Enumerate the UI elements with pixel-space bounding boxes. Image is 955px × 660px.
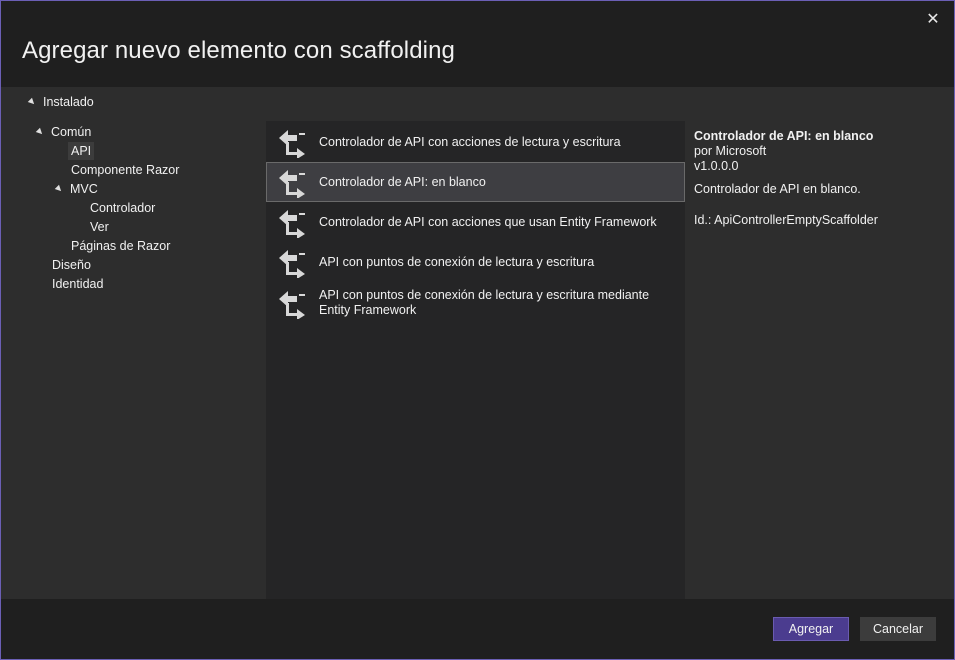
tree-item-label: API	[68, 142, 95, 160]
dialog-footer: Agregar Cancelar	[1, 599, 954, 659]
tree-item-diseno[interactable]: Diseño	[52, 256, 91, 274]
api-controller-icon	[279, 170, 305, 198]
list-item-label: Controlador de API: en blanco	[319, 174, 486, 189]
details-version: v1.0.0.0	[694, 159, 739, 173]
tree-item-label: Común	[51, 125, 92, 139]
details-title: Controlador de API: en blanco	[694, 129, 874, 143]
tree-item-label: MVC	[70, 182, 98, 196]
list-item[interactable]: API con puntos de conexión de lectura y …	[266, 282, 685, 324]
details-description: Controlador de API en blanco.	[694, 182, 861, 196]
tree-item-paginas-razor[interactable]: Páginas de Razor	[71, 237, 170, 255]
tree-item-comun[interactable]: Común	[35, 123, 92, 141]
api-controller-icon	[279, 130, 305, 158]
list-item-label: API con puntos de conexión de lectura y …	[319, 288, 650, 317]
tree-item-label: Ver	[90, 220, 109, 234]
list-item[interactable]: Controlador de API con acciones que usan…	[266, 202, 685, 242]
tree-item-label: Páginas de Razor	[71, 239, 171, 253]
list-item[interactable]: API con puntos de conexión de lectura y …	[266, 242, 685, 282]
tree-item-label: Identidad	[52, 277, 104, 291]
add-button[interactable]: Agregar	[773, 617, 849, 641]
tree-root-label: Instalado	[43, 95, 94, 109]
add-scaffold-dialog: ✕ Agregar nuevo elemento con scaffolding…	[0, 0, 955, 660]
expand-triangle-icon[interactable]	[27, 97, 37, 107]
tree-item-label: Componente Razor	[71, 163, 180, 177]
tree-item-api[interactable]: API	[68, 142, 95, 160]
list-item[interactable]: Controlador de API con acciones de lectu…	[266, 122, 685, 162]
tree-item-componente-razor[interactable]: Componente Razor	[71, 161, 179, 179]
expand-triangle-icon[interactable]	[35, 127, 45, 137]
tree-root-installed[interactable]: Instalado	[27, 95, 94, 109]
list-item-label: API con puntos de conexión de lectura y …	[319, 254, 595, 269]
tree-item-label: Diseño	[52, 258, 91, 272]
list-item[interactable]: Controlador de API: en blanco	[266, 162, 685, 202]
dialog-content: Instalado Común API Componente Razor MVC…	[1, 87, 954, 599]
tree-item-identidad[interactable]: Identidad	[52, 275, 103, 293]
tree-item-controlador[interactable]: Controlador	[90, 199, 155, 217]
expand-triangle-icon[interactable]	[54, 184, 64, 194]
close-icon[interactable]: ✕	[924, 11, 942, 29]
api-controller-icon	[279, 210, 305, 238]
tree-item-mvc[interactable]: MVC	[54, 180, 98, 198]
list-item-label: Controlador de API con acciones que usan…	[319, 214, 657, 229]
tree-item-ver[interactable]: Ver	[90, 218, 109, 236]
template-list: Controlador de API con acciones de lectu…	[266, 121, 685, 599]
details-id: Id.: ApiControllerEmptyScaffolder	[694, 213, 878, 227]
dialog-title: Agregar nuevo elemento con scaffolding	[22, 37, 455, 64]
api-controller-icon	[279, 291, 305, 319]
cancel-button[interactable]: Cancelar	[860, 617, 936, 641]
details-panel: Controlador de API: en blanco por Micros…	[694, 129, 944, 228]
details-author: por Microsoft	[694, 144, 767, 158]
list-item-label: Controlador de API con acciones de lectu…	[319, 134, 621, 149]
api-controller-icon	[279, 250, 305, 278]
tree-item-label: Controlador	[90, 201, 156, 215]
